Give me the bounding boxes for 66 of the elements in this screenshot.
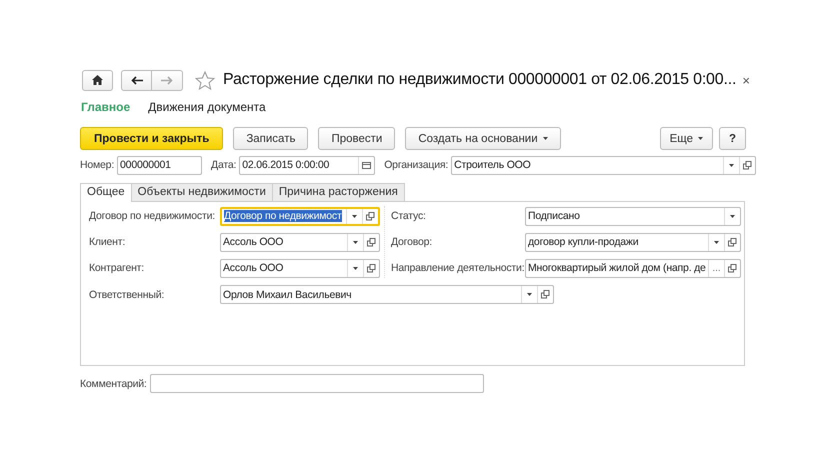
select-field[interactable]: Договор по недвижимост <box>220 206 380 226</box>
field-value: Строитель ООО <box>454 159 531 171</box>
field-label: Направление деятельности: <box>391 262 525 274</box>
toolbar-button[interactable]: Еще <box>660 127 713 150</box>
field-label: Статус: <box>391 210 427 222</box>
home-button[interactable] <box>82 70 113 90</box>
dropdown-caret-icon <box>353 266 358 270</box>
comment-field[interactable] <box>150 374 484 393</box>
open-icon <box>728 264 737 272</box>
field-label: Договор: <box>391 236 433 248</box>
open-icon <box>743 160 752 170</box>
toolbar-button[interactable]: Провести <box>318 127 396 150</box>
field-label: Дата: <box>211 159 236 171</box>
field-value: Договор по недвижимост <box>224 210 342 222</box>
select-field[interactable]: Подписано <box>525 206 741 226</box>
open-icon <box>367 264 376 272</box>
select-field[interactable]: Многоквартирый жилой дом (напр. де ... <box>525 258 741 278</box>
back-button[interactable] <box>121 70 152 90</box>
tab[interactable]: Общее <box>80 183 132 202</box>
back-arrow-icon <box>130 76 142 84</box>
select-field[interactable]: Орлов Михаил Васильевич <box>220 285 554 304</box>
tab[interactable]: Объекты недвижимости <box>132 183 273 201</box>
dropdown-caret-icon <box>729 164 734 166</box>
date-field[interactable]: 02.06.2015 0:00:00 <box>239 156 376 174</box>
dropdown-caret-icon <box>714 240 719 244</box>
close-button[interactable]: × <box>742 72 750 88</box>
field-label: Комментарий: <box>80 378 147 390</box>
open-icon <box>366 212 375 220</box>
field-value: договор купли-продажи <box>528 236 638 248</box>
toolbar-button[interactable]: Провести и закрыть <box>80 127 224 150</box>
field-label: Контрагент: <box>89 262 146 274</box>
field-value: Многоквартирый жилой дом (напр. де <box>528 262 706 274</box>
field-value: Орлов Михаил Васильевич <box>223 288 352 300</box>
tab[interactable]: Причина расторжения <box>272 183 405 201</box>
dropdown-caret-icon <box>527 293 532 296</box>
dropdown-caret-icon <box>698 137 703 140</box>
select-field[interactable]: Ассоль ООО <box>220 258 380 278</box>
select-field[interactable]: Строитель ООО <box>451 156 756 174</box>
open-icon <box>728 238 737 246</box>
open-icon <box>367 238 376 246</box>
toolbar-button[interactable]: Создать на основании <box>405 127 561 150</box>
field-value: Ассоль ООО <box>223 262 284 274</box>
select-field[interactable]: Ассоль ООО <box>220 232 380 252</box>
forward-arrow-icon <box>161 76 173 84</box>
star-icon[interactable] <box>195 70 215 90</box>
toolbar-button[interactable]: ? <box>718 127 746 150</box>
window-title: Расторжение сделки по недвижимости 000000001 от 02.06.2015 0:00... <box>223 71 736 89</box>
field-value: Подписано <box>528 210 580 222</box>
number-field[interactable]: 000000001 <box>117 156 202 174</box>
choose-button[interactable]: ... <box>708 260 724 276</box>
toolbar-button[interactable]: Записать <box>233 127 308 150</box>
dropdown-caret-icon <box>542 137 548 140</box>
open-icon <box>541 290 550 299</box>
section-link[interactable]: Движения документа <box>148 100 266 116</box>
select-field[interactable]: договор купли-продажи <box>525 232 741 252</box>
field-label: Ответственный: <box>89 288 166 300</box>
field-value: Ассоль ООО <box>223 236 284 248</box>
home-icon <box>92 75 103 85</box>
field-label: Договор по недвижимости: <box>89 210 216 222</box>
field-label: Организация: <box>384 159 448 171</box>
dropdown-caret-icon <box>352 214 357 218</box>
field-label: Номер: <box>80 159 114 171</box>
dropdown-caret-icon <box>730 214 735 218</box>
field-label: Клиент: <box>89 236 126 248</box>
dropdown-caret-icon <box>353 240 358 244</box>
calendar-icon <box>362 162 372 168</box>
